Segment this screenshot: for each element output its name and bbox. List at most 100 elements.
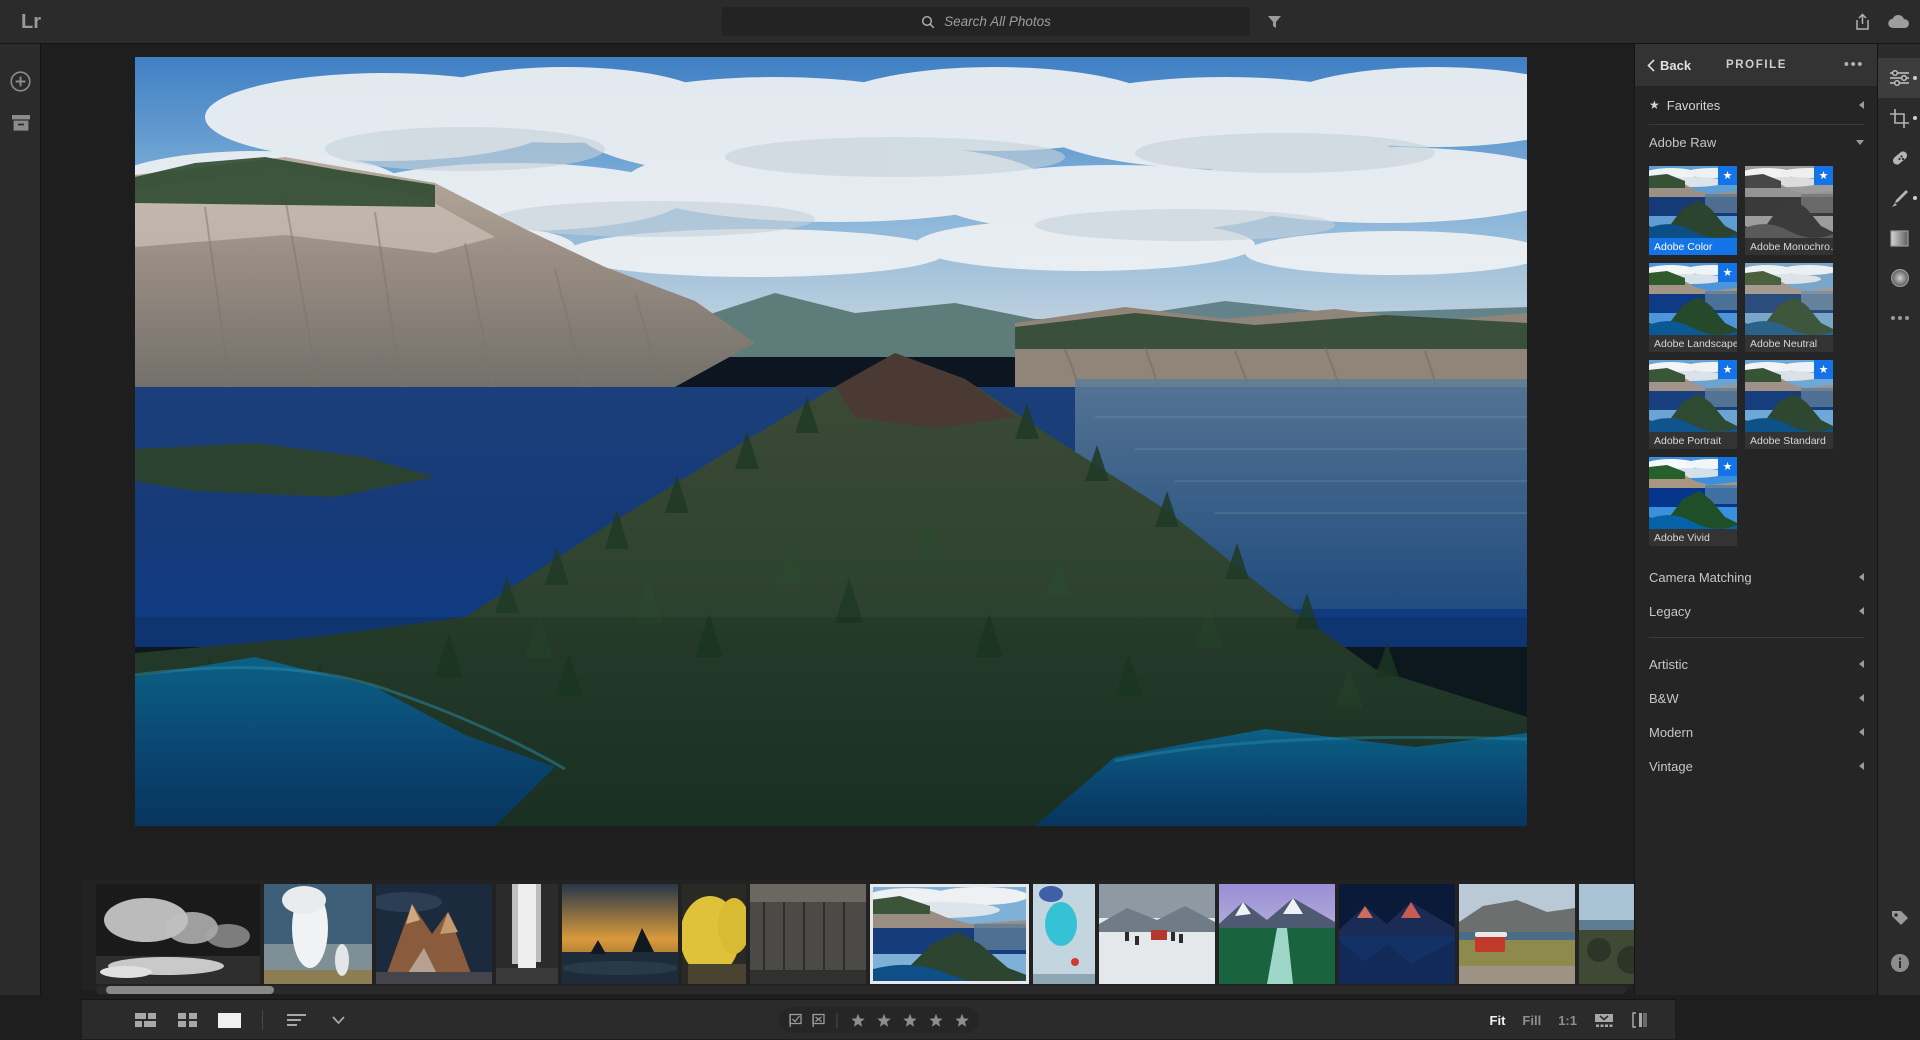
favorite-star-icon[interactable]: ★ xyxy=(1718,263,1737,282)
star-icon[interactable] xyxy=(928,1013,943,1028)
filmstrip[interactable] xyxy=(82,880,1675,990)
archive-button[interactable] xyxy=(0,103,41,143)
more-tools-button[interactable] xyxy=(1878,298,1920,338)
profile-thumbnail: ★ xyxy=(1649,166,1737,238)
profile-thumbnail: ★ xyxy=(1649,360,1737,432)
brush-tool-button[interactable] xyxy=(1878,178,1920,218)
single-photo-button[interactable] xyxy=(216,1009,242,1031)
chevron-left-icon[interactable] xyxy=(1859,607,1864,615)
profile-thumbnail xyxy=(1745,263,1833,335)
radial-gradient-button[interactable] xyxy=(1878,258,1920,298)
list-item[interactable] xyxy=(682,884,746,984)
plus-circle-icon xyxy=(10,71,31,92)
filmstrip-scrollbar[interactable] xyxy=(96,986,1626,994)
zoom-fit-button[interactable]: Fit xyxy=(1490,1013,1506,1028)
linear-gradient-button[interactable] xyxy=(1878,218,1920,258)
group-label: B&W xyxy=(1649,691,1679,706)
crop-tool-button[interactable] xyxy=(1878,98,1920,138)
list-item[interactable] xyxy=(1219,884,1335,984)
star-icon[interactable] xyxy=(876,1013,891,1028)
chevron-left-icon[interactable] xyxy=(1859,762,1864,770)
cloud-icon[interactable] xyxy=(1886,10,1912,34)
info-button[interactable] xyxy=(1878,943,1920,983)
profile-card-adobe-landscape[interactable]: ★ Adobe Landscape xyxy=(1649,263,1737,352)
profile-card-adobe-vivid[interactable]: ★ Adobe Vivid xyxy=(1649,457,1737,546)
star-icon[interactable] xyxy=(954,1013,969,1028)
flag-group xyxy=(788,1013,837,1028)
app-logo[interactable]: Lr xyxy=(14,8,48,36)
edit-sliders-icon xyxy=(1889,69,1910,87)
favorite-star-icon[interactable]: ★ xyxy=(1814,360,1833,379)
favorite-star-icon[interactable]: ★ xyxy=(1718,360,1737,379)
flag-and-rating-group xyxy=(778,1007,979,1033)
chevron-left-icon[interactable] xyxy=(1859,728,1864,736)
healing-tool-button[interactable] xyxy=(1878,138,1920,178)
group-label: Camera Matching xyxy=(1649,570,1752,585)
list-item[interactable] xyxy=(376,884,492,984)
profile-label: Adobe Vivid xyxy=(1649,529,1737,546)
group-legacy[interactable]: Legacy xyxy=(1635,594,1878,628)
panel-body: ★ Favorites Adobe Raw ★ Adobe Color xyxy=(1635,86,1878,995)
sort-button[interactable] xyxy=(283,1009,309,1031)
chevron-down-icon[interactable] xyxy=(1856,140,1864,145)
flag-pick-icon[interactable] xyxy=(788,1013,803,1028)
profile-card-adobe-monochrome[interactable]: ★ Adobe Monochro… xyxy=(1745,166,1833,255)
filter-icon[interactable] xyxy=(1262,10,1286,34)
profile-card-adobe-neutral[interactable]: Adobe Neutral xyxy=(1745,263,1833,352)
list-item[interactable] xyxy=(96,884,260,984)
main-photo[interactable] xyxy=(135,57,1527,826)
view-mode-group xyxy=(132,1000,351,1040)
list-item[interactable] xyxy=(1459,884,1575,984)
chevron-left-icon[interactable] xyxy=(1859,660,1864,668)
chevron-left-icon[interactable] xyxy=(1859,101,1864,109)
chevron-left-icon[interactable] xyxy=(1859,694,1864,702)
profile-card-adobe-standard[interactable]: ★ Adobe Standard xyxy=(1745,360,1833,449)
group-bw[interactable]: B&W xyxy=(1635,681,1878,715)
list-item[interactable] xyxy=(1033,884,1095,984)
star-rating[interactable] xyxy=(837,1013,969,1028)
list-item[interactable] xyxy=(750,884,866,984)
favorite-star-icon[interactable]: ★ xyxy=(1718,457,1737,476)
right-panel: Back PROFILE ••• ★ Favorites Adobe Raw ★… xyxy=(1634,44,1877,995)
zoom-fill-button[interactable]: Fill xyxy=(1522,1013,1541,1028)
square-grid-button[interactable] xyxy=(174,1009,200,1031)
star-icon[interactable] xyxy=(902,1013,917,1028)
favorite-star-icon[interactable]: ★ xyxy=(1814,166,1833,185)
profile-grid: ★ Adobe Color ★ Adobe Monochro… ★ Adobe … xyxy=(1635,159,1878,550)
flag-reject-icon[interactable] xyxy=(811,1013,826,1028)
before-after-icon[interactable] xyxy=(1631,1012,1649,1028)
left-rail xyxy=(0,44,41,995)
share-icon[interactable] xyxy=(1849,9,1875,35)
group-modern[interactable]: Modern xyxy=(1635,715,1878,749)
group-artistic[interactable]: Artistic xyxy=(1635,647,1878,681)
photo-stage: Fit Fill 1:1 xyxy=(41,44,1634,995)
list-item[interactable] xyxy=(562,884,678,984)
add-photos-button[interactable] xyxy=(0,61,41,101)
list-item[interactable] xyxy=(496,884,558,984)
filmstrip-scroll-thumb[interactable] xyxy=(106,986,274,994)
search-input[interactable]: Search All Photos xyxy=(722,7,1250,36)
profile-card-adobe-portrait[interactable]: ★ Adobe Portrait xyxy=(1649,360,1737,449)
favorite-star-icon[interactable]: ★ xyxy=(1718,166,1737,185)
group-adobe-raw[interactable]: Adobe Raw xyxy=(1635,125,1878,159)
favorites-section-header[interactable]: ★ Favorites xyxy=(1635,86,1878,124)
sort-dropdown-button[interactable] xyxy=(325,1009,351,1031)
list-item-selected[interactable] xyxy=(870,884,1029,984)
edit-tool-button[interactable] xyxy=(1878,58,1920,98)
list-item[interactable] xyxy=(1099,884,1215,984)
group-camera-matching[interactable]: Camera Matching xyxy=(1635,560,1878,594)
more-options-icon[interactable]: ••• xyxy=(1844,61,1864,69)
list-item[interactable] xyxy=(1339,884,1455,984)
filmstrip-track xyxy=(96,884,1671,984)
chevron-left-icon[interactable] xyxy=(1859,573,1864,581)
profile-thumbnail: ★ xyxy=(1745,166,1833,238)
filmstrip-toggle-icon[interactable] xyxy=(1594,1013,1614,1028)
top-bar: Lr Search All Photos xyxy=(0,0,1920,44)
keyword-tag-button[interactable] xyxy=(1878,899,1920,939)
profile-card-adobe-color[interactable]: ★ Adobe Color xyxy=(1649,166,1737,255)
zoom-1to1-button[interactable]: 1:1 xyxy=(1558,1013,1577,1028)
grid-view-button[interactable] xyxy=(132,1009,158,1031)
star-icon[interactable] xyxy=(850,1013,865,1028)
group-vintage[interactable]: Vintage xyxy=(1635,749,1878,783)
list-item[interactable] xyxy=(264,884,372,984)
